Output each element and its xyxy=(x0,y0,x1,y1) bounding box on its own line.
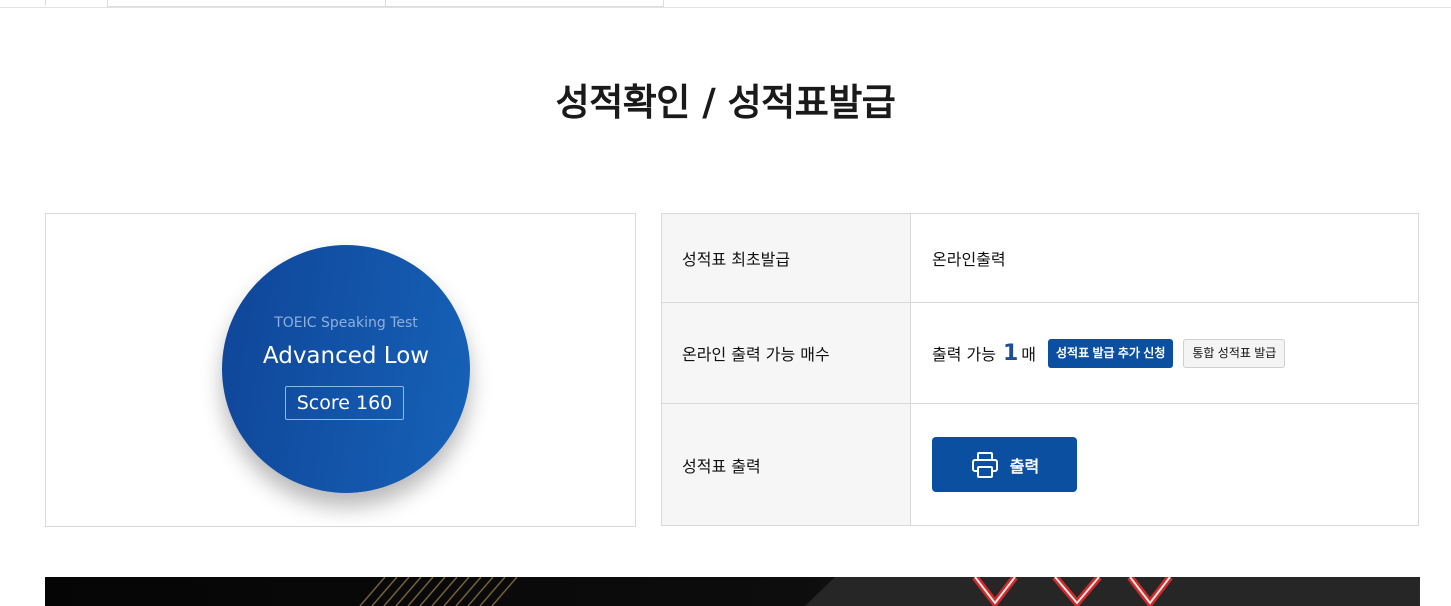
table-row: 성적표 출력 출력 xyxy=(662,404,1418,525)
print-report-cell: 출력 xyxy=(912,404,1418,525)
score-info-table: 성적표 최초발급 온라인출력 온라인 출력 가능 매수 출력 가능 1 매 성적… xyxy=(661,213,1419,526)
score-test-name: TOEIC Speaking Test xyxy=(274,315,418,331)
page-title: 성적확인 / 성적표발급 xyxy=(555,81,896,124)
print-count-unit: 매 xyxy=(1021,345,1037,364)
top-tab-3[interactable] xyxy=(385,0,664,7)
table-row: 온라인 출력 가능 매수 출력 가능 1 매 성적표 발급 추가 신청 통합 성… xyxy=(662,303,1418,404)
print-count-number: 1 xyxy=(1002,340,1019,366)
print-count-cell: 출력 가능 1 매 성적표 발급 추가 신청 통합 성적표 발급 xyxy=(912,303,1418,403)
top-tab-bar xyxy=(0,0,1451,8)
print-button[interactable]: 출력 xyxy=(932,437,1077,492)
score-card: TOEIC Speaking Test Advanced Low Score 1… xyxy=(45,213,636,527)
print-button-label: 출력 xyxy=(1009,456,1040,476)
top-tab-1[interactable] xyxy=(45,0,108,6)
print-count-label: 온라인 출력 가능 매수 xyxy=(662,303,911,403)
add-issue-request-button[interactable]: 성적표 발급 추가 신청 xyxy=(1048,338,1174,368)
integrated-report-button[interactable]: 통합 성적표 발급 xyxy=(1183,338,1286,368)
score-circle: TOEIC Speaking Test Advanced Low Score 1… xyxy=(222,245,470,493)
print-count-prefix: 출력 가능 xyxy=(932,345,996,364)
promo-banner[interactable] xyxy=(45,577,1420,606)
banner-stripes-graphic xyxy=(359,577,1420,606)
score-value: Score 160 xyxy=(285,386,404,420)
print-report-label: 성적표 출력 xyxy=(662,404,911,525)
first-issue-value: 온라인출력 xyxy=(932,250,1006,269)
score-level: Advanced Low xyxy=(262,343,430,369)
top-tab-2[interactable] xyxy=(107,0,386,7)
printer-icon xyxy=(971,451,998,478)
first-issue-label: 성적표 최초발급 xyxy=(662,214,911,302)
table-row: 성적표 최초발급 온라인출력 xyxy=(662,214,1418,303)
